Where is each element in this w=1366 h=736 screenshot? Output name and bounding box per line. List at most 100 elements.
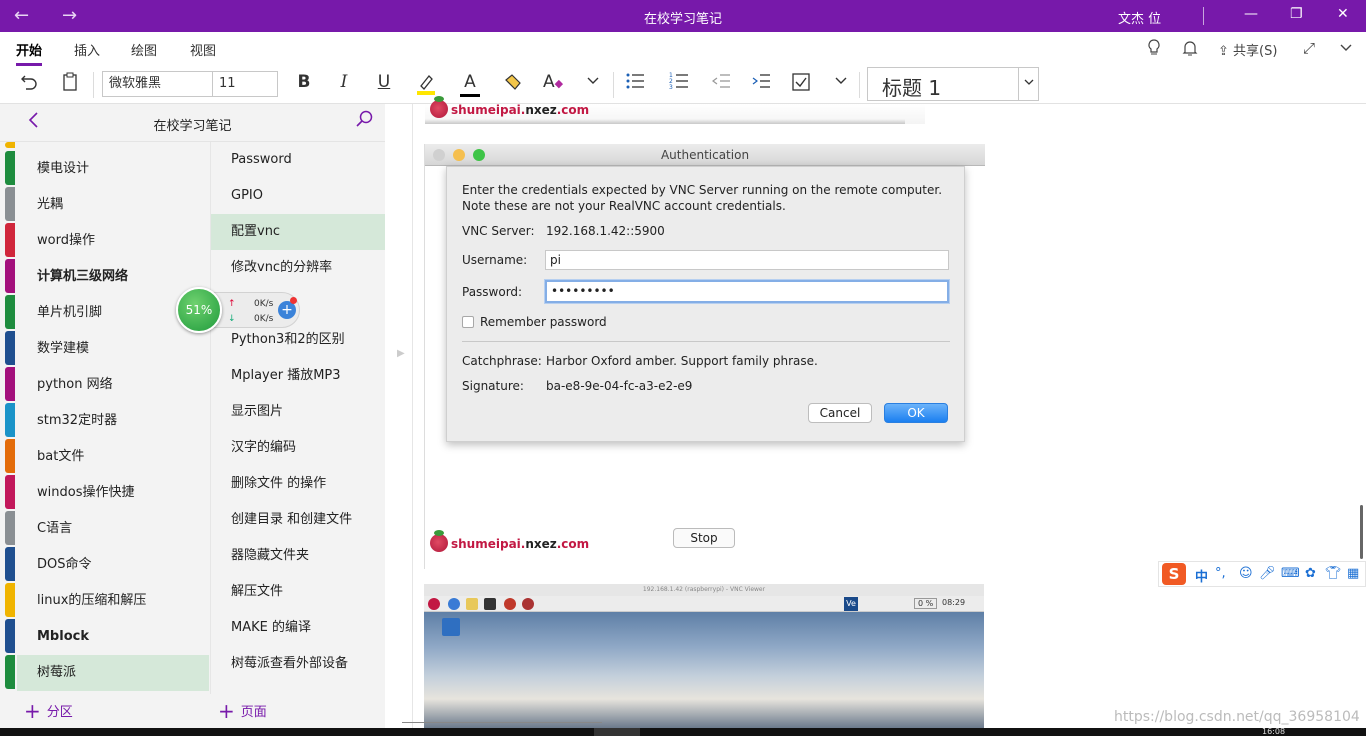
section-item[interactable]: 模电设计 [17,151,209,187]
section-color-tab[interactable] [5,475,15,509]
section-color-tab[interactable] [5,259,15,293]
user-name[interactable]: 文杰 位 [1118,8,1161,27]
add-page-button[interactable]: + 页面 [218,696,267,726]
section-color-tab[interactable] [5,511,15,545]
numbered-list-icon[interactable]: 123 [666,72,692,95]
grid-menu-icon[interactable]: ▦ [1347,566,1359,581]
clear-format-button[interactable]: A◆ [540,72,566,92]
formatting-toolbar: 微软雅黑 11 B I U A A◆ 123 标题 1 [0,66,1366,104]
style-dropdown-chevron-icon[interactable] [1018,68,1038,100]
section-item[interactable]: stm32定时器 [17,403,209,439]
section-color-tab[interactable] [5,367,15,401]
tab-draw[interactable]: 绘图 [131,40,157,59]
page-item[interactable]: GPIO [211,178,385,214]
section-item[interactable]: linux的压缩和解压 [17,583,209,619]
section-item[interactable]: 数学建模 [17,331,209,367]
section-color-tab[interactable] [5,331,15,365]
page-item[interactable]: Password [211,142,385,178]
eraser-icon: ◆ [554,77,564,90]
tab-insert[interactable]: 插入 [74,40,100,59]
section-item[interactable]: word操作 [17,223,209,259]
decrease-indent-icon[interactable] [708,72,734,95]
section-item[interactable]: 光耦 [17,187,209,223]
page-item[interactable]: 汉字的编码 [211,430,385,466]
page-item[interactable]: 解压文件 [211,574,385,610]
horizontal-scrollbar[interactable] [402,722,602,723]
underline-button[interactable]: U [371,72,397,92]
section-color-tab[interactable] [5,142,15,148]
bullet-list-icon[interactable] [622,72,648,95]
bell-icon[interactable] [1182,39,1198,61]
ime-mode-toggle[interactable]: 中 [1195,566,1208,585]
section-item[interactable]: C语言 [17,511,209,547]
section-color-tab[interactable] [5,655,15,689]
skin-icon[interactable]: 👕︎ [1325,566,1342,581]
section-color-tab[interactable] [5,583,15,617]
section-color-tab[interactable] [5,619,15,653]
section-item[interactable]: python 网络 [17,367,209,403]
page-item[interactable]: 创建目录 和创建文件 [211,502,385,538]
lightbulb-icon[interactable] [1146,39,1162,61]
font-size-box[interactable]: 11 [212,71,278,97]
page-item[interactable]: 删除文件 的操作 [211,466,385,502]
auth-window-title: Authentication [660,148,750,162]
undo-icon[interactable] [16,72,42,97]
page-scrollbar[interactable] [1360,505,1363,559]
font-name-box[interactable]: 微软雅黑 [102,71,213,97]
style-selector[interactable]: 标题 1 [867,67,1039,101]
ime-punct-toggle[interactable]: °, [1215,566,1226,581]
microphone-icon[interactable]: 🎤︎ [1259,566,1276,581]
tab-home[interactable]: 开始 [16,40,43,66]
page-item[interactable]: 器隐藏文件夹 [211,538,385,574]
section-item[interactable]: windos操作快捷 [17,475,209,511]
section-color-tab[interactable] [5,439,15,473]
more-paragraph-chevron-icon[interactable] [828,72,854,92]
increase-indent-icon[interactable] [748,72,774,95]
page-item[interactable]: 显示图片 [211,394,385,430]
bold-button[interactable]: B [291,72,317,92]
section-item[interactable]: DOS命令 [17,547,209,583]
todo-checkbox-icon[interactable] [788,72,814,97]
share-button[interactable]: ⇪ 共享(S) [1218,40,1277,59]
network-speed-widget[interactable]: 51% ↑ ↓ 0K/s 0K/s + [176,287,301,333]
restore-icon[interactable]: ❐ [1290,6,1303,22]
emoji-icon[interactable]: ☺ [1239,566,1253,581]
drag-handle-icon[interactable]: ▶ [397,348,405,359]
section-item[interactable]: 树莓派 [17,655,209,691]
page-item[interactable]: 树莓派查看外部设备 [211,646,385,682]
keyboard-icon[interactable]: ⌨ [1281,566,1300,581]
section-color-tab[interactable] [5,295,15,329]
sogou-logo-icon[interactable]: S [1162,563,1186,585]
italic-button[interactable]: I [331,72,357,92]
close-icon[interactable]: ✕ [1337,6,1349,22]
search-icon[interactable] [356,110,374,133]
section-item[interactable]: Mblock [17,619,209,655]
section-color-tab[interactable] [5,547,15,581]
page-item[interactable]: 配置vnc [211,214,385,250]
page-item[interactable]: MAKE 的编译 [211,610,385,646]
more-options-icon[interactable] [1338,39,1354,59]
ime-toolbar[interactable]: S 中 °, ☺ 🎤︎ ⌨ ✿ 👕︎ ▦ [1158,561,1366,587]
toolbox-icon[interactable]: ✿ [1305,566,1316,581]
font-color-button[interactable]: A [457,72,483,97]
section-color-tab[interactable] [5,187,15,221]
page-item[interactable]: 修改vnc的分辨率 [211,250,385,286]
minimize-icon[interactable]: — [1244,6,1258,22]
format-painter-icon[interactable] [500,72,526,97]
cancel-button: Cancel [808,403,872,423]
section-item[interactable]: bat文件 [17,439,209,475]
raspberry-icon [430,530,448,552]
clipboard-icon[interactable] [57,72,83,97]
page-canvas[interactable]: ▶ shumeipai.nxez.com Authentication Ente… [385,96,1366,728]
tab-view[interactable]: 视图 [190,40,216,59]
more-format-chevron-icon[interactable] [580,72,606,92]
notebook-title[interactable]: 在校学习笔记 [0,115,385,134]
vnc-server-label: VNC Server: [462,224,535,238]
page-item[interactable]: Mplayer 播放MP3 [211,358,385,394]
add-section-button[interactable]: + 分区 [24,696,73,726]
taskbar-active-app[interactable] [594,728,640,736]
section-color-tab[interactable] [5,403,15,437]
section-color-tab[interactable] [5,223,15,257]
fullscreen-icon[interactable]: ⤢ [1303,39,1315,57]
section-color-tab[interactable] [5,151,15,185]
